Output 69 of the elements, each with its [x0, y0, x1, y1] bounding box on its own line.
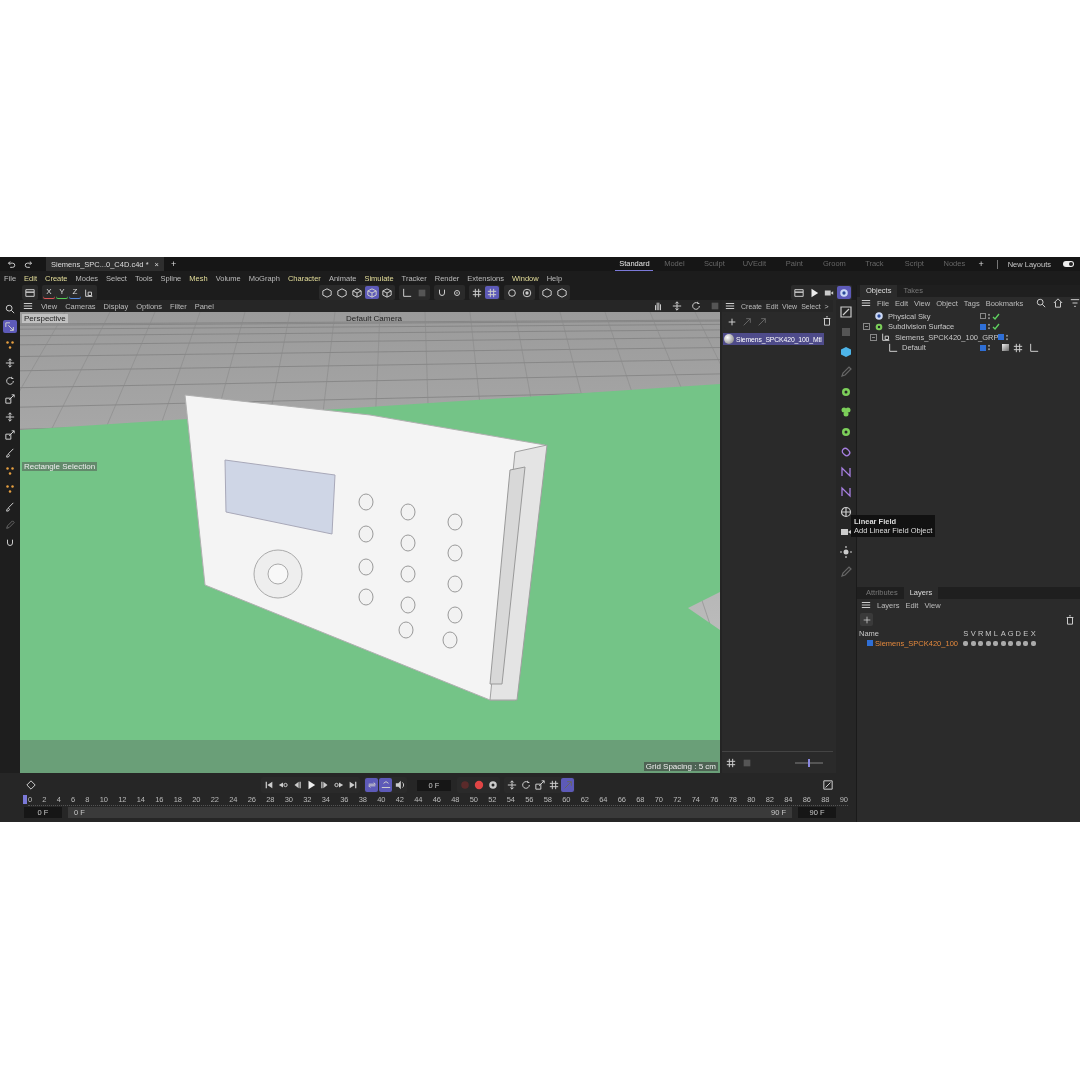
move-icon[interactable] [505, 778, 518, 792]
filter-icon[interactable] [1069, 296, 1080, 310]
grid-icon[interactable] [724, 756, 738, 769]
auto-key-icon[interactable] [472, 778, 485, 792]
curve-icon[interactable] [837, 304, 855, 319]
axis-lock-button[interactable]: Z [69, 286, 81, 299]
add-layer-button[interactable] [860, 613, 873, 626]
light-icon[interactable] [837, 544, 855, 559]
layer-color-swatch[interactable] [998, 334, 1005, 341]
move-icon[interactable] [3, 410, 17, 423]
axis-icon[interactable] [1027, 341, 1041, 355]
sphere-icon [872, 309, 886, 323]
slider-thumb[interactable] [807, 758, 810, 767]
zoom-slider[interactable] [795, 761, 823, 764]
keyframe-icon[interactable] [24, 778, 37, 792]
grid-spacing-label: Grid Spacing : 5 cm [643, 762, 718, 771]
clapper-icon[interactable] [23, 286, 37, 299]
expander-icon[interactable] [870, 333, 877, 341]
rotate-icon[interactable] [690, 299, 701, 313]
new-tab-button[interactable]: + [167, 259, 180, 269]
add-layout-button[interactable]: + [975, 259, 987, 269]
hexagon-icon[interactable] [319, 286, 334, 299]
expander-icon[interactable] [863, 323, 870, 331]
selection-icon[interactable] [3, 320, 17, 333]
axis-lock-button[interactable]: X [43, 286, 55, 299]
speaker-icon[interactable] [393, 778, 406, 792]
checkbox-icon[interactable] [980, 313, 986, 320]
cube-icon[interactable] [379, 286, 394, 299]
cube-icon[interactable] [364, 286, 379, 299]
material-swatch-icon [724, 334, 734, 344]
playhead-marker[interactable] [23, 795, 27, 804]
move-icon[interactable] [671, 299, 682, 313]
scale-icon[interactable] [533, 778, 546, 792]
layer-color-swatch[interactable] [867, 640, 873, 646]
check-icon[interactable] [992, 323, 1000, 331]
brush-icon[interactable] [3, 446, 17, 459]
range-icon[interactable] [379, 778, 392, 792]
hexagon-icon[interactable] [554, 286, 569, 299]
layer-color-swatch[interactable] [980, 344, 986, 351]
cube-icon[interactable] [349, 286, 364, 299]
grid-icon[interactable] [547, 778, 560, 792]
move-icon[interactable] [3, 356, 17, 369]
loop-icon[interactable] [365, 778, 378, 792]
search-icon[interactable] [3, 302, 17, 315]
clapper-icon[interactable] [792, 286, 806, 299]
toggle-switch[interactable] [1063, 261, 1074, 267]
tool-label: Rectangle Selection [22, 462, 98, 471]
axis-lock-button[interactable]: Y [56, 286, 68, 299]
search-icon[interactable] [1035, 296, 1047, 310]
sphere-icon[interactable] [837, 286, 851, 299]
hexagon-icon[interactable] [334, 286, 349, 299]
camera-label: Perspective [22, 314, 68, 323]
visibility-dots-icon[interactable] [1006, 333, 1009, 341]
layer-color-swatch[interactable] [980, 323, 986, 330]
grid-icon[interactable] [1011, 341, 1025, 355]
grid-icon[interactable] [484, 286, 499, 299]
material-tag-icon[interactable] [1002, 344, 1009, 352]
scale-icon[interactable] [3, 428, 17, 441]
check-icon[interactable] [992, 312, 1000, 320]
axis-icon [886, 341, 900, 355]
settings-icon[interactable] [486, 778, 499, 792]
rotate-icon[interactable] [3, 374, 17, 387]
brush-icon[interactable] [3, 500, 17, 513]
home-icon[interactable] [1052, 296, 1064, 310]
camera-name[interactable]: Default Camera [346, 314, 403, 323]
scale-icon[interactable] [3, 392, 17, 405]
curve-icon[interactable] [821, 778, 834, 792]
rotate-icon[interactable] [519, 778, 532, 792]
hexagon-icon[interactable] [539, 286, 554, 299]
